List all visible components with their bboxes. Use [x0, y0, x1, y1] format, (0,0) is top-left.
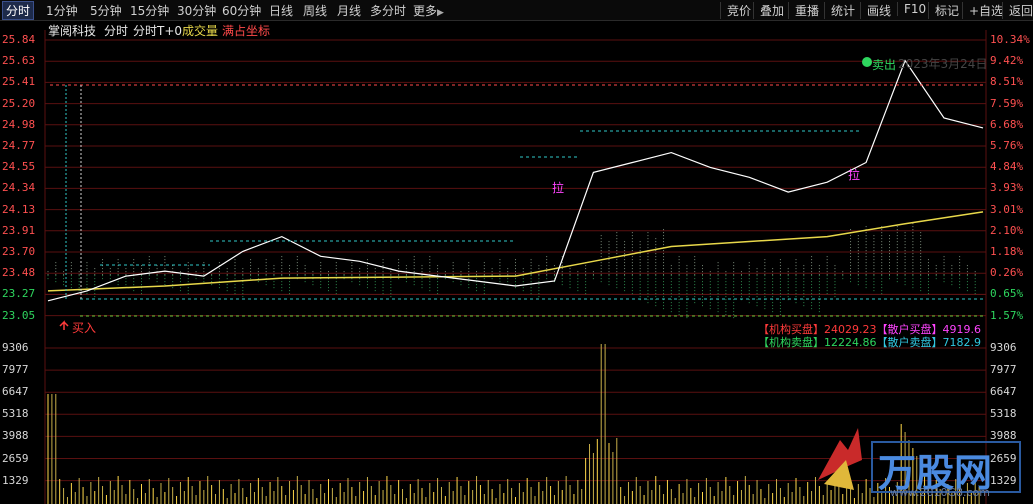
- percent-tick-label: 5.76%: [990, 139, 1024, 152]
- price-tick-label: 23.05: [2, 308, 36, 322]
- price-tick-label: 25.41: [2, 75, 36, 89]
- pull-annotation-1: 拉: [552, 181, 565, 195]
- price-tick-label: 25.20: [2, 96, 36, 110]
- price-tick-label: 24.55: [2, 160, 36, 174]
- pull-annotation-2: 拉: [848, 168, 861, 182]
- volume-tick-label: 9306: [990, 341, 1017, 354]
- volume-tick-label: 5318: [990, 407, 1017, 421]
- price-tick-label: 24.98: [2, 117, 36, 131]
- volume-tick-label: 7977: [990, 363, 1017, 377]
- sell-date: 2023年3月24日: [898, 57, 988, 71]
- sell-annotation: 卖出: [872, 58, 897, 72]
- price-tick-label: 23.91: [2, 223, 36, 237]
- price-tick-label: 23.70: [2, 245, 36, 258]
- price-tick-label: 25.63: [2, 54, 36, 68]
- volume-tick-label: 5318: [2, 407, 29, 421]
- percent-tick-label: 3.93%: [990, 181, 1024, 195]
- volume-tick-label: 3988: [2, 429, 29, 443]
- percent-tick-label: 9.42%: [990, 54, 1024, 68]
- volume-tick-label: 6647: [2, 385, 29, 399]
- percent-tick-label: 2.10%: [990, 223, 1024, 237]
- percent-tick-label: 6.68%: [990, 117, 1024, 131]
- price-tick-label: 24.77: [2, 139, 36, 152]
- volume-tick-label: 9306: [2, 341, 29, 354]
- retail-sell-label: 【散户卖盘】: [876, 336, 943, 349]
- percent-tick-label: 4.84%: [990, 160, 1024, 174]
- price-tick-label: 25.84: [2, 33, 36, 46]
- price-tick-label: 24.13: [2, 202, 36, 216]
- inst-sell-label: 【机构卖盘】: [758, 336, 824, 349]
- price-tick-label: 23.48: [2, 266, 36, 280]
- percent-tick-label: 0.26%: [990, 266, 1024, 280]
- percent-tick-label: 8.51%: [990, 75, 1024, 89]
- price-tick-label: 24.34: [2, 181, 36, 195]
- percent-tick-label: 3.01%: [990, 202, 1024, 216]
- percent-tick-label: 7.59%: [990, 96, 1024, 110]
- inst-sell-value: 12224.86: [824, 336, 877, 349]
- watermark: 万股网 www.2010G8.com: [810, 420, 1025, 504]
- buy-annotation: 买入: [72, 321, 97, 335]
- price-line: [47, 59, 984, 302]
- price-tick-label: 23.27: [2, 287, 36, 301]
- buy-arrow-icon: [59, 320, 69, 330]
- volume-tick-label: 6647: [990, 385, 1017, 399]
- retail-sell-value: 7182.9: [942, 336, 982, 349]
- watermark-url: www.2010G8.com: [890, 486, 990, 499]
- percent-tick-label: 1.18%: [990, 245, 1024, 258]
- percent-tick-label: 1.57%: [990, 308, 1024, 322]
- volume-tick-label: 2659: [2, 451, 29, 465]
- percent-tick-label: 0.65%: [990, 287, 1024, 301]
- volume-tick-label: 7977: [2, 363, 29, 377]
- sell-marker: [862, 57, 872, 67]
- inst-retail-sell-legend: 【机构卖盘】12224.86【散户卖盘】7182.9: [758, 334, 981, 350]
- percent-tick-label: 10.34%: [990, 33, 1030, 46]
- volume-tick-label: 1329: [2, 473, 29, 487]
